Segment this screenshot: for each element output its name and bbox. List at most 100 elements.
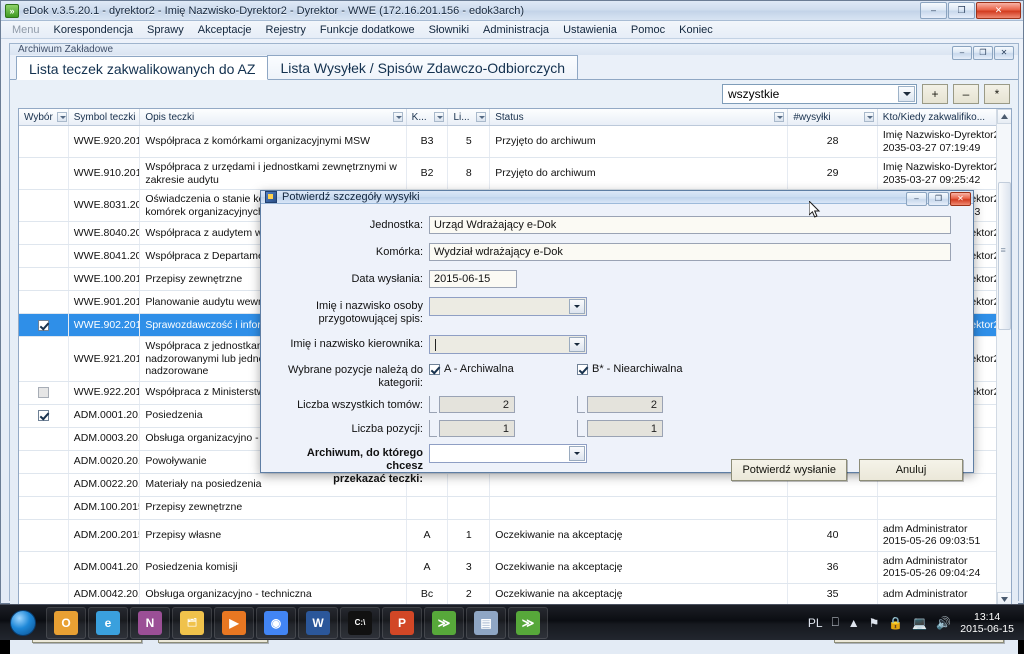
scroll-up-icon[interactable]	[997, 109, 1012, 124]
filter-dropdown-icon[interactable]	[393, 112, 403, 122]
filter-dropdown-icon[interactable]	[864, 112, 874, 122]
filter-dropdown-icon[interactable]	[57, 112, 67, 122]
row-select-cell[interactable]	[19, 584, 69, 606]
add-filter-button[interactable]: +	[922, 84, 948, 104]
row-checkbox[interactable]	[38, 410, 49, 421]
grid-column-header-kat[interactable]: K...	[407, 109, 449, 125]
taskbar-media-player-icon[interactable]: ▶	[214, 607, 254, 639]
row-select-cell[interactable]	[19, 405, 69, 427]
network-icon[interactable]: 💻	[912, 616, 927, 630]
scrollbar-thumb[interactable]	[998, 182, 1011, 330]
osoba-combobox[interactable]	[429, 297, 587, 316]
tomy-b-field[interactable]: 2	[587, 396, 663, 413]
grid-vertical-scrollbar[interactable]	[996, 109, 1011, 607]
taskbar-onenote-icon[interactable]: N	[130, 607, 170, 639]
row-select-cell[interactable]	[19, 291, 69, 313]
grid-column-header-wysylki[interactable]: #wysyłki	[788, 109, 877, 125]
filter-select[interactable]: wszystkie	[722, 84, 917, 104]
row-checkbox[interactable]	[38, 387, 49, 398]
grid-column-header-symbol[interactable]: Symbol teczki	[69, 109, 141, 125]
cancel-button[interactable]: Anuluj	[859, 459, 963, 481]
flag-icon[interactable]: ⚑	[869, 616, 880, 630]
data-wyslania-field[interactable]: 2015-06-15	[429, 270, 517, 288]
chevron-down-icon[interactable]	[569, 299, 585, 314]
chevron-down-icon[interactable]	[569, 337, 585, 352]
row-select-cell[interactable]	[19, 552, 69, 583]
menu-item-s-owniki[interactable]: Słowniki	[422, 23, 476, 37]
table-row[interactable]: WWE.910.2015Współpraca z urzędami i jedn…	[19, 158, 1011, 190]
chevron-down-icon[interactable]	[898, 86, 915, 102]
menu-item-sprawy[interactable]: Sprawy	[140, 23, 191, 37]
row-select-cell[interactable]	[19, 428, 69, 450]
row-select-cell[interactable]	[19, 520, 69, 551]
menu-item-rejestry[interactable]: Rejestry	[259, 23, 313, 37]
minimize-button[interactable]: –	[920, 2, 947, 19]
category-b-checkbox[interactable]	[577, 364, 588, 375]
taskbar-console-icon[interactable]: C:\	[340, 607, 380, 639]
chevron-down-icon[interactable]	[569, 446, 585, 461]
menu-item-akceptacje[interactable]: Akceptacje	[191, 23, 259, 37]
clear-filter-button[interactable]: *	[984, 84, 1010, 104]
child-maximize-button[interactable]: ❐	[973, 46, 993, 60]
pozycji-a-field[interactable]: 1	[439, 420, 515, 437]
close-button[interactable]: ✕	[976, 2, 1021, 19]
kierownik-combobox[interactable]	[429, 335, 587, 354]
taskbar-chrome-icon[interactable]: ◉	[256, 607, 296, 639]
row-select-cell[interactable]	[19, 314, 69, 336]
menu-item-pomoc[interactable]: Pomoc	[624, 23, 672, 37]
taskbar-edok-active-icon[interactable]: ≫	[508, 607, 548, 639]
confirm-send-button[interactable]: Potwierdź wysłanie	[731, 459, 847, 481]
table-row[interactable]: ADM.200.2015Przepisy własneA1Oczekiwanie…	[19, 520, 1011, 552]
language-indicator[interactable]: PL	[808, 616, 823, 630]
grid-column-header-wybor[interactable]: Wybór	[19, 109, 69, 125]
menu-item-administracja[interactable]: Administracja	[476, 23, 556, 37]
child-minimize-button[interactable]: –	[952, 46, 972, 60]
start-button[interactable]	[2, 607, 44, 639]
taskbar-powerpoint-icon[interactable]: P	[382, 607, 422, 639]
grid-column-header-status[interactable]: Status	[490, 109, 788, 125]
scrollbar-track[interactable]	[997, 124, 1012, 592]
komorka-field[interactable]: Wydział wdrażający e-Dok	[429, 243, 951, 261]
grid-column-header-lic[interactable]: Li...	[448, 109, 490, 125]
jednostka-field[interactable]: Urząd Wdrażający e-Dok	[429, 216, 951, 234]
row-select-cell[interactable]	[19, 451, 69, 473]
category-a-checkbox[interactable]	[429, 364, 440, 375]
row-select-cell[interactable]	[19, 126, 69, 157]
row-select-cell[interactable]	[19, 158, 69, 189]
tab-folders-list[interactable]: Lista teczek zakwalikowanych do AZ	[16, 56, 268, 80]
menu-item-koniec[interactable]: Koniec	[672, 23, 720, 37]
archiwum-combobox[interactable]	[429, 444, 587, 463]
taskbar-outlook-icon[interactable]: O	[46, 607, 86, 639]
taskbar-word-icon[interactable]: W	[298, 607, 338, 639]
menu-item-ustawienia[interactable]: Ustawienia	[556, 23, 624, 37]
row-select-cell[interactable]	[19, 474, 69, 496]
row-select-cell[interactable]	[19, 245, 69, 267]
child-close-button[interactable]: ✕	[994, 46, 1014, 60]
taskbar-file-explorer-icon[interactable]: 🗂	[172, 607, 212, 639]
grid-column-header-kto[interactable]: Kto/Kiedy zakwalifiko...	[878, 109, 1011, 125]
table-row[interactable]: WWE.920.2016Współpraca z komórkami organ…	[19, 126, 1011, 158]
maximize-button[interactable]: ❐	[948, 2, 975, 19]
taskbar-edok-icon[interactable]: ≫	[424, 607, 464, 639]
row-select-cell[interactable]	[19, 190, 69, 221]
pozycji-b-field[interactable]: 1	[587, 420, 663, 437]
taskbar-internet-explorer-icon[interactable]: e	[88, 607, 128, 639]
keyboard-icon[interactable]: ⎕	[832, 615, 839, 630]
row-select-cell[interactable]	[19, 268, 69, 290]
menu-item-funkcje-dodatkowe[interactable]: Funkcje dodatkowe	[313, 23, 422, 37]
row-select-cell[interactable]	[19, 222, 69, 244]
row-select-cell[interactable]	[19, 382, 69, 404]
row-select-cell[interactable]	[19, 497, 69, 519]
menu-item-korespondencja[interactable]: Korespondencja	[47, 23, 141, 37]
grid-column-header-opis[interactable]: Opis teczki	[140, 109, 406, 125]
remove-filter-button[interactable]: –	[953, 84, 979, 104]
row-checkbox[interactable]	[38, 320, 49, 331]
filter-dropdown-icon[interactable]	[476, 112, 486, 122]
filter-dropdown-icon[interactable]	[774, 112, 784, 122]
row-select-cell[interactable]	[19, 337, 69, 381]
tomy-a-field[interactable]: 2	[439, 396, 515, 413]
show-hidden-icon[interactable]: ▲	[848, 616, 860, 630]
table-row[interactable]: ADM.0041.2015Posiedzenia komisjiA3Oczeki…	[19, 552, 1011, 584]
tab-shipments-list[interactable]: Lista Wysyłek / Spisów Zdawczo-Odbiorczy…	[267, 55, 578, 79]
volume-icon[interactable]: 🔊	[936, 616, 951, 630]
